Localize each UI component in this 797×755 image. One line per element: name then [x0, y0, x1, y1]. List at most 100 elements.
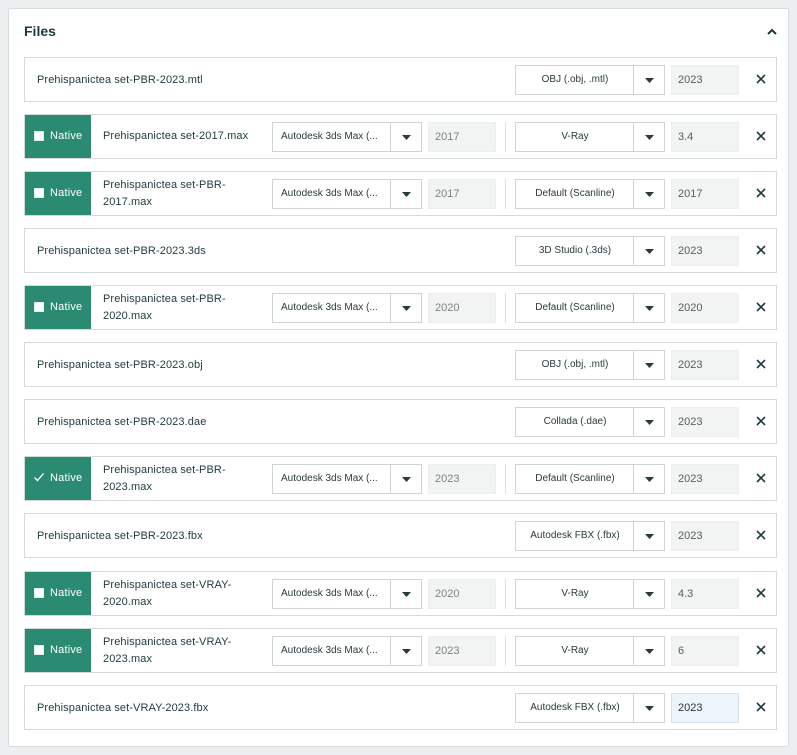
application-version-field[interactable]: 2023: [428, 464, 496, 494]
renderer-select[interactable]: V-Ray: [515, 122, 665, 152]
caret-down-icon[interactable]: [390, 637, 421, 665]
application-version-field[interactable]: 2017: [428, 179, 496, 209]
caret-down-icon[interactable]: [390, 465, 421, 493]
format-version-field[interactable]: 2023: [671, 65, 739, 95]
caret-down-icon[interactable]: [633, 580, 664, 608]
renderer-select-value: Default (Scanline): [535, 302, 615, 313]
file-name: Prehispanictea set-2017.max: [103, 130, 249, 142]
close-icon[interactable]: [755, 301, 767, 313]
renderer-select[interactable]: Default (Scanline): [515, 464, 665, 494]
renderer-version-field[interactable]: 6: [671, 636, 739, 666]
caret-down-icon[interactable]: [390, 123, 421, 151]
native-label: Native: [50, 472, 83, 484]
close-icon[interactable]: [755, 472, 767, 484]
native-toggle[interactable]: Native: [25, 115, 91, 158]
renderer-select[interactable]: V-Ray: [515, 636, 665, 666]
caret-down-icon[interactable]: [633, 294, 664, 322]
renderer-version-field[interactable]: 4.3: [671, 579, 739, 609]
native-checkbox[interactable]: [34, 131, 44, 141]
renderer-version-field[interactable]: 2020: [671, 293, 739, 323]
application-select[interactable]: Autodesk 3ds Max (...: [272, 636, 422, 666]
close-icon[interactable]: [755, 644, 767, 656]
native-toggle[interactable]: Native: [25, 286, 91, 329]
file-name: Prehispanictea set-PBR-2023.mtl: [37, 74, 203, 86]
native-checkbox[interactable]: [34, 645, 44, 655]
format-select[interactable]: Autodesk FBX (.fbx): [515, 521, 665, 551]
caret-down-icon[interactable]: [390, 580, 421, 608]
native-checkbox[interactable]: [34, 302, 44, 312]
file-row: Native Prehispanictea set-PBR-2023.max Aut…: [24, 456, 777, 501]
close-icon[interactable]: [755, 587, 767, 599]
renderer-select-value: V-Ray: [561, 131, 589, 142]
file-name: Prehispanictea set-PBR-2023.max: [103, 464, 226, 493]
native-toggle[interactable]: Native: [25, 172, 91, 215]
format-version-field[interactable]: 2023: [671, 236, 739, 266]
caret-down-icon[interactable]: [633, 637, 664, 665]
native-checkbox[interactable]: [34, 588, 44, 598]
application-select-value: Autodesk 3ds Max (...: [281, 131, 378, 142]
close-icon[interactable]: [755, 529, 767, 541]
caret-down-icon[interactable]: [633, 351, 664, 379]
application-select[interactable]: Autodesk 3ds Max (...: [272, 179, 422, 209]
renderer-select-value: V-Ray: [561, 588, 589, 599]
application-version-field[interactable]: 2017: [428, 122, 496, 152]
caret-down-icon[interactable]: [633, 123, 664, 151]
close-icon[interactable]: [755, 415, 767, 427]
application-version-field[interactable]: 2020: [428, 579, 496, 609]
divider: [505, 464, 506, 494]
caret-down-icon[interactable]: [633, 237, 664, 265]
close-icon[interactable]: [755, 358, 767, 370]
format-select[interactable]: 3D Studio (.3ds): [515, 236, 665, 266]
caret-down-icon[interactable]: [633, 180, 664, 208]
file-name: Prehispanictea set-PBR-2020.max: [103, 293, 226, 322]
format-version-field[interactable]: 2023: [671, 407, 739, 437]
file-row: Native Prehispanictea set-VRAY-2020.max Au…: [24, 571, 777, 616]
application-select[interactable]: Autodesk 3ds Max (...: [272, 122, 422, 152]
file-name: Prehispanictea set-PBR-2017.max: [103, 179, 226, 208]
format-version-field[interactable]: 2023: [671, 521, 739, 551]
native-checkbox[interactable]: [34, 188, 44, 198]
native-toggle[interactable]: Native: [25, 457, 91, 500]
close-icon[interactable]: [755, 73, 767, 85]
format-select-value: Collada (.dae): [543, 416, 607, 427]
format-select[interactable]: OBJ (.obj, .mtl): [515, 65, 665, 95]
format-select[interactable]: Autodesk FBX (.fbx): [515, 693, 665, 723]
application-select[interactable]: Autodesk 3ds Max (...: [272, 293, 422, 323]
caret-down-icon[interactable]: [633, 408, 664, 436]
application-version-field[interactable]: 2023: [428, 636, 496, 666]
close-icon[interactable]: [755, 701, 767, 713]
renderer-select[interactable]: Default (Scanline): [515, 179, 665, 209]
caret-down-icon[interactable]: [390, 294, 421, 322]
native-toggle[interactable]: Native: [25, 572, 91, 615]
file-name: Prehispanictea set-PBR-2023.obj: [37, 359, 203, 371]
format-select[interactable]: Collada (.dae): [515, 407, 665, 437]
file-row: Prehispanictea set-PBR-2023.3ds 3D Studio…: [24, 228, 777, 273]
format-select[interactable]: OBJ (.obj, .mtl): [515, 350, 665, 380]
caret-down-icon[interactable]: [390, 180, 421, 208]
renderer-select[interactable]: V-Ray: [515, 579, 665, 609]
native-toggle[interactable]: Native: [25, 629, 91, 672]
caret-down-icon[interactable]: [633, 66, 664, 94]
caret-down-icon[interactable]: [633, 694, 664, 722]
panel-title: Files: [24, 23, 56, 39]
close-icon[interactable]: [755, 187, 767, 199]
application-select[interactable]: Autodesk 3ds Max (...: [272, 464, 422, 494]
format-version-field[interactable]: 2023: [671, 350, 739, 380]
renderer-select[interactable]: Default (Scanline): [515, 293, 665, 323]
caret-down-icon[interactable]: [633, 465, 664, 493]
application-select[interactable]: Autodesk 3ds Max (...: [272, 579, 422, 609]
close-icon[interactable]: [755, 244, 767, 256]
close-icon[interactable]: [755, 130, 767, 142]
application-version-field[interactable]: 2020: [428, 293, 496, 323]
renderer-select-value: Default (Scanline): [535, 473, 615, 484]
renderer-version-field[interactable]: 2023: [671, 464, 739, 494]
chevron-up-icon[interactable]: [766, 26, 778, 38]
application-select-value: Autodesk 3ds Max (...: [281, 188, 378, 199]
format-select-value: Autodesk FBX (.fbx): [530, 530, 620, 541]
caret-down-icon[interactable]: [633, 522, 664, 550]
format-version-field[interactable]: 2023: [671, 693, 739, 723]
renderer-version-field[interactable]: 3.4: [671, 122, 739, 152]
check-icon: [33, 471, 45, 483]
renderer-select-value: V-Ray: [561, 645, 589, 656]
renderer-version-field[interactable]: 2017: [671, 179, 739, 209]
